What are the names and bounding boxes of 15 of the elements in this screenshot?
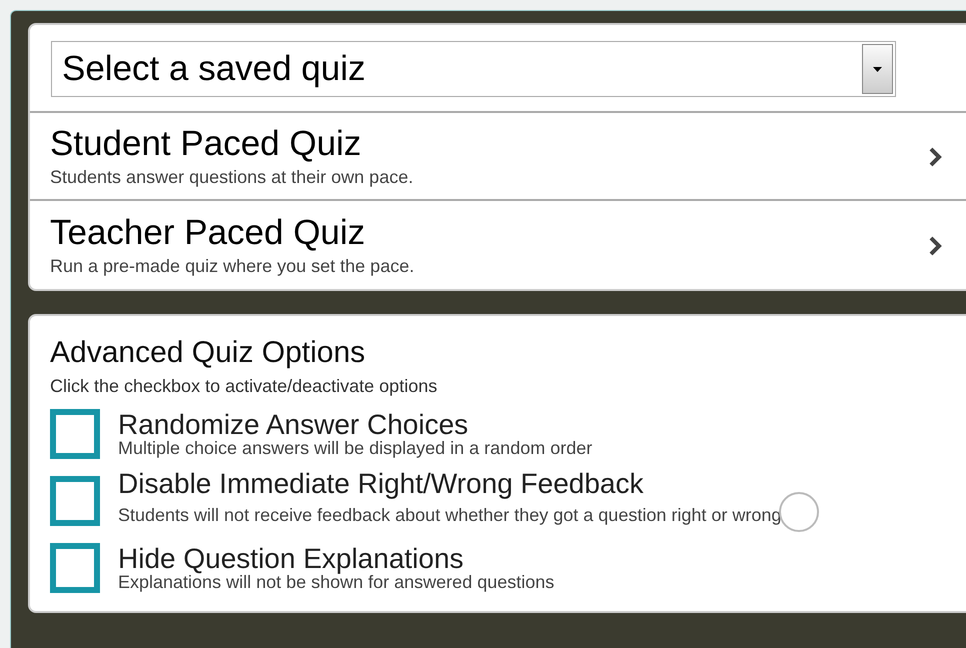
- quiz-type-description: Students answer questions at their own pace.: [50, 167, 414, 188]
- option-description: Multiple choice answers will be displayed in a random order: [118, 438, 592, 458]
- options-title: Advanced Quiz Options: [50, 336, 366, 370]
- option-description: Explanations will not be shown for answered questions: [118, 572, 554, 592]
- option-label: Disable Immediate Right/Wrong Feedback: [118, 470, 645, 498]
- quiz-type-description: Run a pre-made quiz where you set the pace.: [50, 256, 414, 278]
- quiz-type-title: Student Paced Quiz: [50, 124, 362, 164]
- quiz-type-row[interactable]: Teacher Paced Quiz Run a pre-made quiz where you set the pace.: [30, 201, 966, 289]
- option-description: Students will not receive feedback about whether they got a question right or wrong: [118, 506, 782, 524]
- option-label: Hide Question Explanations: [118, 544, 465, 573]
- options-subtitle: Click the checkbox to activate/deactivate options: [50, 376, 438, 397]
- quiz-select[interactable]: Select a saved quiz: [51, 41, 896, 97]
- quiz-type-title: Teacher Paced Quiz: [50, 214, 366, 252]
- option-label: Randomize Answer Choices: [118, 410, 470, 439]
- quiz-type-row[interactable]: Student Paced Quiz Students answer questions at their own pace.: [30, 113, 966, 201]
